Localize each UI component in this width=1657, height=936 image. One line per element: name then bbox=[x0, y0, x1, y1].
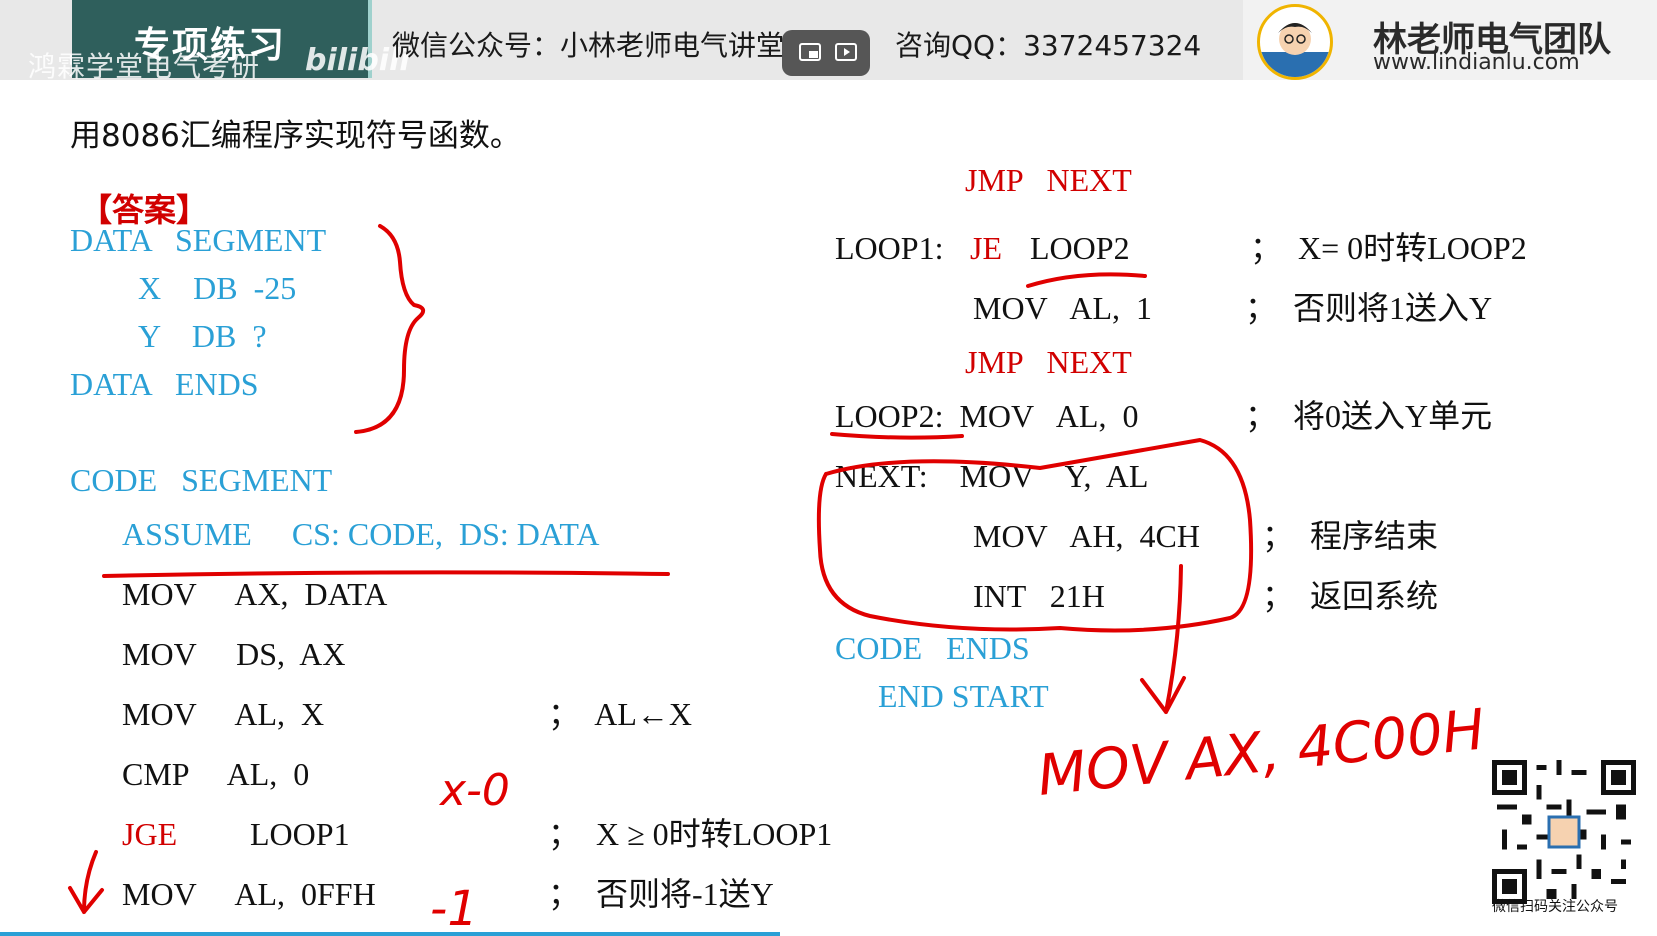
code-line: LOOP1 bbox=[250, 816, 350, 852]
code-line: END START bbox=[878, 678, 1049, 714]
brand-url: www.lindianlu.com bbox=[1373, 50, 1580, 75]
code-line: JMP NEXT bbox=[965, 344, 1132, 380]
code-comment: ； 将0送入Y单元 bbox=[1245, 398, 1493, 434]
video-progress-bar[interactable] bbox=[0, 932, 780, 936]
code-line: JMP NEXT bbox=[965, 162, 1132, 198]
code-line: CMP AL, 0 bbox=[122, 756, 310, 792]
minus-one-note: -1 bbox=[430, 881, 478, 936]
code-line: DATA ENDS bbox=[70, 366, 259, 402]
code-line: Y DB ? bbox=[138, 318, 267, 354]
code-line: MOV AX, DATA bbox=[122, 576, 388, 612]
mov-note: MOV AX, 4C00H bbox=[1035, 697, 1488, 809]
code-comment: ； 程序结束 bbox=[1262, 518, 1439, 554]
code-comment: ； AL←X bbox=[548, 696, 693, 732]
x-minus-0-note: x-0 bbox=[438, 765, 510, 816]
code-line: MOV DS, AX bbox=[122, 636, 346, 672]
code-line: JE bbox=[970, 230, 1002, 266]
data-brace bbox=[354, 224, 426, 434]
code-line: CODE ENDS bbox=[835, 630, 1030, 666]
code-comment: ； X= 0时转LOOP2 bbox=[1250, 230, 1527, 266]
player-controls bbox=[782, 30, 870, 76]
loop2-label-underline bbox=[830, 432, 964, 440]
code-comment: ； 返回系统 bbox=[1262, 578, 1439, 614]
code-line: MOV AL, 1 bbox=[973, 290, 1152, 326]
code-line: MOV AH, 4CH bbox=[973, 518, 1200, 554]
code-line: LOOP2 bbox=[1030, 230, 1130, 266]
watermark-text: 鸿霖学堂电气考研 bbox=[28, 50, 261, 83]
video-play-icon[interactable] bbox=[834, 41, 858, 63]
pip-icon[interactable] bbox=[798, 41, 822, 63]
code-line: MOV AL, X bbox=[122, 696, 325, 732]
down-arrow bbox=[1140, 564, 1186, 714]
code-comment: ； 否则将-1送Y bbox=[548, 876, 774, 912]
code-line: LOOP1: bbox=[835, 230, 944, 266]
code-line: MOV AL, 0FFH bbox=[122, 876, 376, 912]
qr-caption: 微信扫码关注公众号 bbox=[1492, 899, 1618, 915]
code-comment: ； X ≥ 0时转LOOP1 bbox=[548, 816, 833, 852]
check-mark bbox=[68, 850, 104, 914]
code-line: CODE SEGMENT bbox=[70, 462, 333, 498]
qq-info: 咨询QQ：3372457324 bbox=[895, 29, 1202, 62]
brand-block: 林老师电气团队 www.lindianlu.com bbox=[1243, 0, 1657, 80]
code-line: NEXT: MOV Y, AL bbox=[835, 458, 1149, 494]
code-line: DATA SEGMENT bbox=[70, 222, 327, 258]
code-line: LOOP2: MOV AL, 0 bbox=[835, 398, 1139, 434]
code-line: ASSUME CS: CODE, DS: DATA bbox=[122, 516, 600, 552]
loop2-underline bbox=[1026, 272, 1147, 288]
teacher-avatar bbox=[1257, 4, 1333, 80]
qr-code bbox=[1492, 760, 1636, 904]
code-line: INT 21H bbox=[973, 578, 1105, 614]
code-line: X DB -25 bbox=[138, 270, 297, 306]
question-text: 用8086汇编程序实现符号函数。 bbox=[70, 118, 521, 154]
code-comment: ； 否则将1送入Y bbox=[1245, 290, 1493, 326]
wechat-info: 微信公众号：小林老师电气讲堂 bbox=[392, 29, 785, 62]
code-line: JGE bbox=[122, 816, 178, 852]
